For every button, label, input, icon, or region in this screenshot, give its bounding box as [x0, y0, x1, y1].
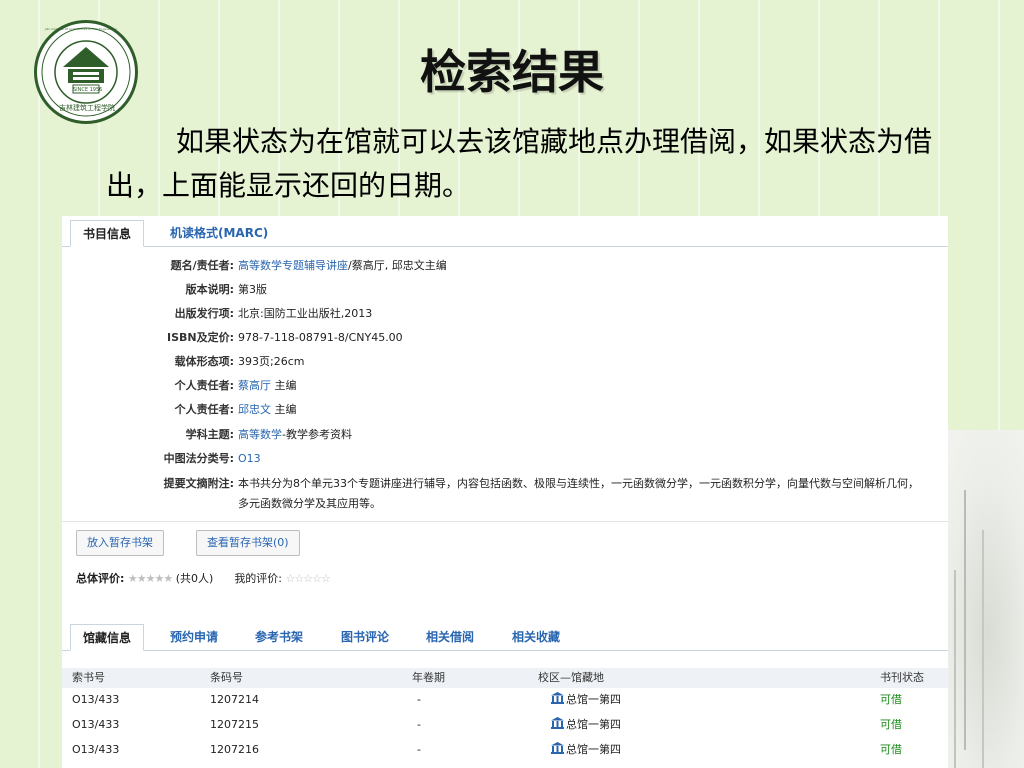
field-value-text: -教学参考资料 [282, 428, 352, 441]
field-value: 393页;26cm [238, 352, 928, 372]
cell-status: 可借 [880, 718, 902, 731]
field-value-text: 主编 [271, 403, 297, 416]
table-row: O13/433 1207214 - 总馆一第四 可借 [62, 688, 948, 712]
tab-holdings[interactable]: 馆藏信息 [70, 624, 145, 651]
record-field: 出版发行项: 北京:国防工业出版社,2013 [62, 304, 948, 324]
logo-chinese-name: 吉林建筑工程学院 [59, 104, 115, 112]
record-field: 载体形态项: 393页;26cm [62, 352, 948, 372]
field-label: 个人责任者: [174, 403, 234, 416]
field-value-text: 主编 [271, 379, 297, 392]
cell-call-number: O13/433 [72, 743, 120, 756]
cell-status: 可借 [880, 743, 902, 756]
field-label: 学科主题: [185, 428, 234, 441]
location-text: 总馆一第四 [566, 743, 621, 756]
opac-result-panel: 书目信息 机读格式(MARC) 题名/责任者: 高等数学专题辅导讲座/蔡高厅, 邱… [62, 216, 948, 768]
cell-call-number: O13/433 [72, 693, 120, 706]
tab-related-favorites[interactable]: 相关收藏 [512, 624, 560, 650]
cell-volume: - [417, 743, 421, 756]
record-field: 个人责任者: 蔡高厅 主编 [62, 376, 948, 396]
tab-bibliographic-info[interactable]: 书目信息 [70, 220, 145, 247]
my-rating-label: 我的评价: [234, 572, 283, 585]
field-value: 第3版 [238, 280, 928, 300]
divider [62, 521, 948, 522]
field-value-link[interactable]: O13 [238, 452, 261, 465]
tab-reference-shelf[interactable]: 参考书架 [255, 624, 303, 650]
field-value: O13 [238, 449, 928, 469]
field-value-text: 本书共分为8个单元33个专题讲座进行辅导，内容包括函数、极限与连续性，一元函数微… [238, 477, 919, 510]
record-field: ISBN及定价: 978-7-118-08791-8/CNY45.00 [62, 328, 948, 348]
field-value: 邱忠文 主编 [238, 400, 928, 420]
holdings-table-header: 索书号 条码号 年卷期 校区—馆藏地 书刊状态 [62, 668, 948, 688]
cell-status: 可借 [880, 693, 902, 706]
cell-location: 总馆一第四 [551, 688, 621, 712]
tab-related-borrowing[interactable]: 相关借阅 [426, 624, 474, 650]
field-value-link[interactable]: 高等数学 [238, 428, 282, 441]
slide-body-text: 如果状态为在馆就可以去该馆藏地点办理借阅，如果状态为借出，上面能显示还回的日期。 [106, 125, 933, 202]
field-value-link[interactable]: 邱忠文 [238, 403, 271, 416]
field-value-text: 393页;26cm [238, 355, 305, 368]
field-value-text: 978-7-118-08791-8/CNY45.00 [238, 331, 403, 344]
field-value: 高等数学专题辅导讲座/蔡高厅, 邱忠文主编 [238, 256, 928, 276]
field-label: 提要文摘附注: [163, 477, 234, 490]
overall-rating-label: 总体评价: [76, 572, 125, 585]
field-label: 出版发行项: [174, 307, 234, 320]
record-field: 题名/责任者: 高等数学专题辅导讲座/蔡高厅, 邱忠文主编 [62, 256, 948, 276]
field-value-text: 北京:国防工业出版社,2013 [238, 307, 373, 320]
col-location: 校区—馆藏地 [538, 671, 604, 684]
field-value: 北京:国防工业出版社,2013 [238, 304, 928, 324]
record-field: 学科主题: 高等数学-教学参考资料 [62, 425, 948, 445]
tab-reservation[interactable]: 预约申请 [170, 624, 218, 650]
field-value-text: 第3版 [238, 283, 267, 296]
record-field: 提要文摘附注: 本书共分为8个单元33个专题讲座进行辅导，内容包括函数、极限与连续… [62, 474, 948, 510]
view-shelf-button[interactable]: 查看暂存书架(0) [196, 530, 300, 556]
library-building-icon [551, 692, 564, 704]
record-field: 个人责任者: 邱忠文 主编 [62, 400, 948, 420]
table-row: O13/433 1207215 - 总馆一第四 可借 [62, 713, 948, 737]
cell-call-number: O13/433 [72, 718, 120, 731]
cell-barcode: 1207215 [210, 718, 259, 731]
col-volume: 年卷期 [412, 671, 445, 684]
field-value: 高等数学-教学参考资料 [238, 425, 928, 445]
cell-location: 总馆一第四 [551, 738, 621, 762]
tab-book-reviews[interactable]: 图书评论 [341, 624, 389, 650]
add-to-shelf-button[interactable]: 放入暂存书架 [76, 530, 164, 556]
field-label: 题名/责任者: [170, 259, 234, 272]
location-text: 总馆一第四 [566, 718, 621, 731]
cell-barcode: 1207216 [210, 743, 259, 756]
tab-marc[interactable]: 机读格式(MARC) [170, 220, 268, 246]
field-label: 个人责任者: [174, 379, 234, 392]
col-call-number: 索书号 [72, 671, 105, 684]
cell-barcode: 1207214 [210, 693, 259, 706]
library-building-icon [551, 742, 564, 754]
cell-location: 总馆一第四 [551, 713, 621, 737]
cell-volume: - [417, 693, 421, 706]
record-field: 中图法分类号: O13 [62, 449, 948, 469]
field-value: 蔡高厅 主编 [238, 376, 928, 396]
slide-title: 检索结果 [420, 45, 604, 99]
field-label: ISBN及定价: [166, 331, 234, 344]
location-text: 总馆一第四 [566, 693, 621, 706]
logo-ring-text: Jilin Institute Of Architecture & Civil … [45, 27, 117, 31]
overall-stars-icon: ★★★★★ [127, 572, 173, 585]
overall-rating-count: (共0人) [175, 572, 214, 585]
record-tabs: 书目信息 机读格式(MARC) [62, 216, 948, 247]
library-building-icon [551, 717, 564, 729]
holdings-tabs: 馆藏信息 预约申请 参考书架 图书评论 相关借阅 相关收藏 [62, 620, 948, 651]
field-label: 版本说明: [185, 283, 234, 296]
rating-row: 总体评价: ★★★★★ (共0人) 我的评价: ☆☆☆☆☆ [76, 570, 331, 588]
col-status: 书刊状态 [880, 671, 924, 684]
cell-volume: - [417, 718, 421, 731]
my-rating-stars-icon[interactable]: ☆☆☆☆☆ [286, 572, 331, 585]
field-value: 本书共分为8个单元33个专题讲座进行辅导，内容包括函数、极限与连续性，一元函数微… [238, 474, 928, 514]
field-value-link[interactable]: 高等数学专题辅导讲座 [238, 259, 348, 272]
field-value: 978-7-118-08791-8/CNY45.00 [238, 328, 928, 348]
col-barcode: 条码号 [210, 671, 243, 684]
field-label: 载体形态项: [174, 355, 234, 368]
field-value-link[interactable]: 蔡高厅 [238, 379, 271, 392]
table-row: O13/433 1207216 - 总馆一第四 可借 [62, 738, 948, 762]
field-label: 中图法分类号: [163, 452, 234, 465]
field-value-text: /蔡高厅, 邱忠文主编 [348, 259, 447, 272]
record-field: 版本说明: 第3版 [62, 280, 948, 300]
